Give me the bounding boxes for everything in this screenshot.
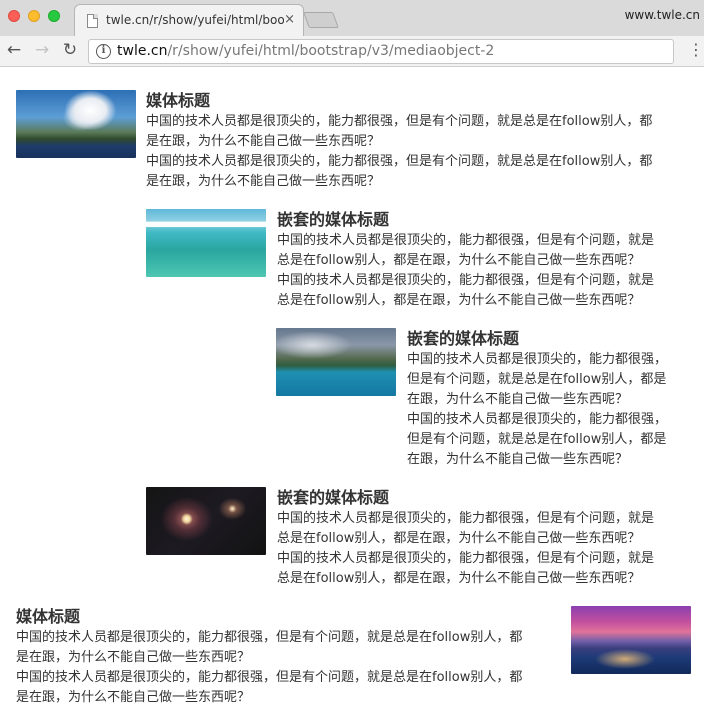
media-text-line: 但是有个问题，就是总是在follow别人，都是 xyxy=(407,372,667,387)
media-text-line: 是在跟，为什么不能自己做一些东西呢？ xyxy=(146,134,381,149)
close-window-button[interactable] xyxy=(8,10,20,22)
media-text-line: 是在跟，为什么不能自己做一些东西呢？ xyxy=(16,650,251,665)
address-url[interactable]: twle.cn/r/show/yufei/html/bootstrap/v3/m… xyxy=(117,43,494,59)
media-text-line: 总是在follow别人，都是在跟，为什么不能自己做一些东西呢？ xyxy=(277,571,641,586)
media-text-line: 但是有个问题，就是总是在follow别人，都是 xyxy=(407,432,667,447)
browser-toolbar: ← → ↻ i twle.cn/r/show/yufei/html/bootst… xyxy=(0,36,704,67)
page-content: 媒体标题 中国的技术人员都是很顶尖的，能力都很强，但是有个问题，就是总是在fol… xyxy=(0,68,704,718)
tab-close-icon[interactable]: × xyxy=(284,12,295,28)
media-text-line: 总是在follow别人，都是在跟，为什么不能自己做一些东西呢？ xyxy=(277,253,641,268)
media-body-outer: 媒体标题 中国的技术人员都是很顶尖的，能力都很强，但是有个问题，就是总是在fol… xyxy=(146,90,696,192)
media-text-line: 中国的技术人员都是很顶尖的，能力都很强，但是有个问题，就是 xyxy=(277,233,655,248)
media-text: 中国的技术人员都是很顶尖的，能力都很强， 但是有个问题，就是总是在follow别… xyxy=(407,350,697,470)
media-heading: 媒体标题 xyxy=(146,91,211,110)
media-heading: 嵌套的媒体标题 xyxy=(407,329,520,348)
media-body-nested-1: 嵌套的媒体标题 中国的技术人员都是很顶尖的，能力都很强，但是有个问题，就是 总是… xyxy=(277,209,697,311)
media-body-right: 媒体标题 中国的技术人员都是很顶尖的，能力都很强，但是有个问题，就是总是在fol… xyxy=(16,606,564,708)
window-profile-label: www.twle.cn xyxy=(624,8,700,22)
media-text-line: 中国的技术人员都是很顶尖的，能力都很强，但是有个问题，就是 xyxy=(277,511,655,526)
media-text: 中国的技术人员都是很顶尖的，能力都很强，但是有个问题，就是总是在follow别人… xyxy=(146,112,696,192)
lake-image-icon xyxy=(276,328,396,396)
coast-image-icon xyxy=(571,606,691,674)
media-text-line: 是在跟，为什么不能自己做一些东西呢？ xyxy=(16,690,251,705)
new-tab-button[interactable] xyxy=(303,12,339,28)
forward-arrow-icon[interactable]: → xyxy=(32,40,52,60)
media-text-line: 中国的技术人员都是很顶尖的，能力都很强，但是有个问题，就是总是在follow别人… xyxy=(16,670,523,685)
url-host: twle.cn xyxy=(117,43,168,59)
site-info-icon[interactable]: i xyxy=(96,44,111,59)
browser-menu-icon[interactable]: ⋮ xyxy=(688,40,704,60)
media-text-line: 中国的技术人员都是很顶尖的，能力都很强，但是有个问题，就是总是在follow别人… xyxy=(146,154,653,169)
browser-titlebar: twle.cn/r/show/yufei/html/bootstrap/v3/m… xyxy=(0,0,704,36)
boat-image-icon xyxy=(146,209,266,277)
media-text: 中国的技术人员都是很顶尖的，能力都很强，但是有个问题，就是 总是在follow别… xyxy=(277,509,697,589)
media-heading: 嵌套的媒体标题 xyxy=(277,210,390,229)
media-body-nested-2: 嵌套的媒体标题 中国的技术人员都是很顶尖的，能力都很强， 但是有个问题，就是总是… xyxy=(407,328,697,470)
media-heading: 嵌套的媒体标题 xyxy=(277,488,390,507)
media-text-line: 中国的技术人员都是很顶尖的，能力都很强， xyxy=(407,352,668,367)
galaxy-image-icon xyxy=(146,487,266,555)
media-text: 中国的技术人员都是很顶尖的，能力都很强，但是有个问题，就是 总是在follow别… xyxy=(277,231,697,311)
reload-icon[interactable]: ↻ xyxy=(60,40,80,60)
media-text-line: 中国的技术人员都是很顶尖的，能力都很强，但是有个问题，就是总是在follow别人… xyxy=(146,114,653,129)
media-text-line: 中国的技术人员都是很顶尖的，能力都很强，但是有个问题，就是总是在follow别人… xyxy=(16,630,523,645)
media-text-line: 中国的技术人员都是很顶尖的，能力都很强，但是有个问题，就是 xyxy=(277,551,655,566)
media-body-nested-3: 嵌套的媒体标题 中国的技术人员都是很顶尖的，能力都很强，但是有个问题，就是 总是… xyxy=(277,487,697,589)
minimize-window-button[interactable] xyxy=(28,10,40,22)
media-text-line: 在跟，为什么不能自己做一些东西呢？ xyxy=(407,452,629,467)
media-text-line: 总是在follow别人，都是在跟，为什么不能自己做一些东西呢？ xyxy=(277,531,641,546)
media-text-line: 中国的技术人员都是很顶尖的，能力都很强， xyxy=(407,412,668,427)
media-text-line: 是在跟，为什么不能自己做一些东西呢？ xyxy=(146,174,381,189)
url-path: /r/show/yufei/html/bootstrap/v3/mediaobj… xyxy=(167,43,495,59)
zoom-window-button[interactable] xyxy=(48,10,60,22)
page-favicon-icon xyxy=(87,14,98,28)
media-text-line: 中国的技术人员都是很顶尖的，能力都很强，但是有个问题，就是 xyxy=(277,273,655,288)
media-text-line: 在跟，为什么不能自己做一些东西呢？ xyxy=(407,392,629,407)
media-text: 中国的技术人员都是很顶尖的，能力都很强，但是有个问题，就是总是在follow别人… xyxy=(16,628,564,708)
media-text-line: 总是在follow别人，都是在跟，为什么不能自己做一些东西呢？ xyxy=(277,293,641,308)
media-heading: 媒体标题 xyxy=(16,607,81,626)
volcano-image-icon xyxy=(16,90,136,158)
address-bar[interactable]: i twle.cn/r/show/yufei/html/bootstrap/v3… xyxy=(88,39,674,64)
tab-title: twle.cn/r/show/yufei/html/bootstrap/v3/m… xyxy=(106,13,284,27)
browser-tab-active[interactable]: twle.cn/r/show/yufei/html/bootstrap/v3/m… xyxy=(74,4,304,36)
back-arrow-icon[interactable]: ← xyxy=(4,40,24,60)
